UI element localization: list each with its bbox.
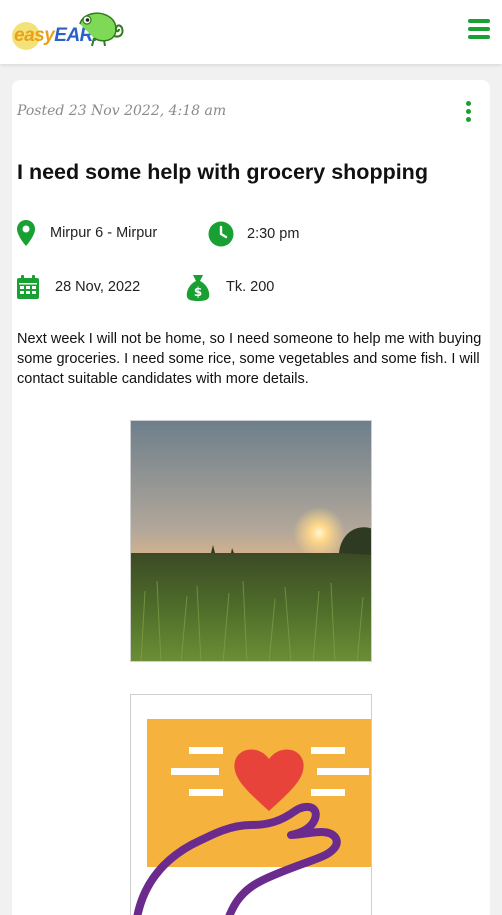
- easyearn-logo[interactable]: easyEARN: [10, 8, 126, 54]
- menu-line: [468, 19, 490, 23]
- sunset-field-image: [131, 421, 371, 661]
- post-description: Next week I will not be home, so I need …: [17, 331, 482, 387]
- posted-date: Posted 23 Nov 2022, 4:18 am: [17, 103, 227, 119]
- app-header: easyEARN: [0, 0, 502, 64]
- date-row: 28 Nov, 2022: [17, 275, 140, 299]
- logo-text-easy: easy: [14, 25, 55, 46]
- svg-text:$: $: [194, 285, 202, 299]
- date-text: 28 Nov, 2022: [55, 279, 141, 295]
- chameleon-icon: [79, 12, 124, 47]
- clock-icon: [208, 221, 234, 247]
- price-text: Tk. 200: [226, 279, 275, 295]
- post-image-charity[interactable]: [130, 694, 372, 915]
- menu-line: [468, 35, 490, 39]
- helping-hand-heart-image: [133, 719, 371, 915]
- price-row: $ Tk. 200: [185, 273, 274, 301]
- post-card: Posted 23 Nov 2022, 4:18 am I need some …: [12, 80, 490, 915]
- more-options-icon[interactable]: [464, 101, 472, 123]
- location-text: Mirpur 6 - Mirpur: [50, 225, 158, 241]
- menu-line: [468, 27, 490, 31]
- post-title: I need some help with grocery shopping: [17, 160, 428, 184]
- dot: [465, 117, 471, 122]
- money-bag-icon: $: [186, 275, 210, 301]
- location-pin-icon: [17, 220, 35, 246]
- time-text: 2:30 pm: [247, 226, 300, 242]
- location-row: Mirpur 6 - Mirpur: [17, 220, 157, 246]
- dot: [465, 109, 471, 114]
- post-image-field[interactable]: [130, 420, 372, 662]
- time-row: 2:30 pm: [208, 221, 299, 247]
- dot: [465, 101, 471, 106]
- hamburger-menu-icon[interactable]: [468, 19, 490, 41]
- calendar-icon: [17, 275, 39, 299]
